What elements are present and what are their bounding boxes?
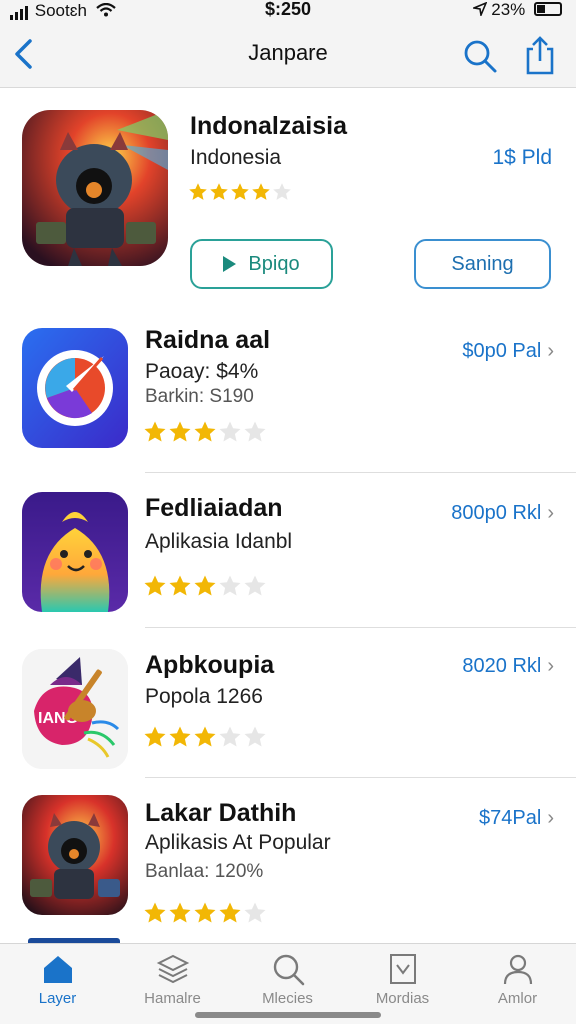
battery-percent: 23% <box>491 0 526 19</box>
featured-app[interactable]: Indonalzaisia Indonesia 1$ Pld Bpiqo San… <box>0 100 576 300</box>
app-price-label: 8020 Rkl <box>462 655 542 677</box>
star-filled-icon <box>144 421 166 442</box>
tab-label: Mordias <box>375 990 430 1007</box>
chevron-right-icon: › <box>547 807 554 829</box>
battery-status: 23% <box>470 0 562 20</box>
featured-app-subtitle: Indonesia <box>190 146 282 169</box>
star-empty-icon <box>244 421 266 442</box>
star-empty-icon <box>273 183 291 200</box>
star-filled-icon <box>169 726 191 747</box>
tab-layer[interactable]: Layer <box>0 944 115 1024</box>
person-icon <box>503 954 532 985</box>
list-item[interactable]: Lakar Dathih Aplikasis At Popular Banlaa… <box>0 787 576 937</box>
featured-app-price[interactable]: 1$ Pld <box>492 146 552 170</box>
star-filled-icon <box>189 183 207 200</box>
app-price-label: 800p0 Rkl <box>451 502 542 524</box>
chevron-right-icon: › <box>547 340 554 362</box>
app-name: Fedliaiadan <box>145 494 283 522</box>
app-price[interactable]: 8020 Rkl › <box>462 655 554 678</box>
star-filled-icon <box>144 726 166 747</box>
tab-label: Hamalre <box>144 990 201 1007</box>
divider <box>145 472 576 473</box>
star-filled-icon <box>210 183 228 200</box>
location-icon <box>470 1 487 18</box>
app-price[interactable]: $74Pal › <box>479 807 554 830</box>
list-item[interactable]: Fedliaiadan Aplikasia Idanbl 800p0 Rkl › <box>0 482 576 632</box>
status-bar: Sootɛh $:250 23% <box>0 0 576 22</box>
star-filled-icon <box>194 421 216 442</box>
battery-icon <box>534 2 562 16</box>
divider <box>145 777 576 778</box>
play-button-label: Bpiqo <box>248 253 300 275</box>
star-filled-icon <box>169 575 191 596</box>
app-subtitle: Paoay: $4% <box>145 360 259 383</box>
home-icon <box>43 956 72 983</box>
share-icon[interactable] <box>520 34 560 76</box>
star-empty-icon <box>244 726 266 747</box>
warrior-app-icon[interactable] <box>22 795 128 915</box>
app-subtitle: Aplikasis At Popular <box>145 831 331 854</box>
tab-label: Amlor <box>497 990 538 1007</box>
star-empty-icon <box>244 902 266 923</box>
app-price-label: $74Pal <box>479 807 542 829</box>
search-icon <box>273 954 304 986</box>
tab-label: Mlecies <box>262 990 313 1007</box>
star-filled-icon <box>169 421 191 442</box>
save-button-label: Saning <box>451 253 514 275</box>
star-filled-icon <box>169 902 191 923</box>
chevron-right-icon: › <box>547 655 554 677</box>
star-filled-icon <box>144 902 166 923</box>
star-empty-icon <box>219 726 241 747</box>
star-filled-icon <box>252 183 270 200</box>
home-indicator <box>195 1012 381 1018</box>
play-icon <box>223 256 237 272</box>
star-filled-icon <box>144 575 166 596</box>
star-filled-icon <box>231 183 249 200</box>
stack-icon <box>156 954 189 984</box>
compass-app-icon[interactable] <box>22 328 128 448</box>
list-item[interactable]: IANG Apbkoupia Popola 1266 8020 Rkl › <box>0 637 576 787</box>
app-price-label: $0p0 Pal <box>462 340 542 362</box>
divider <box>145 627 576 628</box>
document-icon <box>389 954 416 984</box>
guitar-app-icon[interactable]: IANG <box>22 649 128 769</box>
app-subtitle: Aplikasia Idanbl <box>145 530 293 553</box>
search-icon[interactable] <box>460 36 500 76</box>
tab-amlor[interactable]: Amlor <box>460 944 575 1024</box>
app-detail: Barkin: S190 <box>145 386 254 407</box>
star-empty-icon <box>244 575 266 596</box>
star-filled-icon <box>194 575 216 596</box>
app-detail: Banlaa: 120% <box>145 861 264 882</box>
app-price[interactable]: $0p0 Pal › <box>462 340 554 363</box>
tab-label: Layer <box>38 990 77 1007</box>
app-name: Lakar Dathih <box>145 799 297 827</box>
mascot-app-icon[interactable] <box>22 492 128 612</box>
star-empty-icon <box>219 421 241 442</box>
play-button[interactable]: Bpiqo <box>190 239 333 289</box>
star-rating <box>143 420 268 449</box>
featured-app-name: Indonalzaisia <box>190 112 347 140</box>
star-filled-icon <box>194 726 216 747</box>
star-rating <box>143 901 268 930</box>
navigation-bar: Janpare <box>0 22 576 88</box>
featured-app-icon[interactable] <box>22 110 168 266</box>
save-button[interactable]: Saning <box>414 239 551 289</box>
star-rating <box>143 574 268 603</box>
star-filled-icon <box>219 902 241 923</box>
list-item[interactable]: Raidna aal Paoay: $4% Barkin: S190 $0p0 … <box>0 320 576 470</box>
star-rating <box>143 725 268 754</box>
app-name: Apbkoupia <box>145 651 275 679</box>
app-price[interactable]: 800p0 Rkl › <box>451 502 554 525</box>
star-rating <box>188 182 293 207</box>
app-subtitle: Popola 1266 <box>145 685 263 708</box>
chevron-right-icon: › <box>547 502 554 524</box>
star-filled-icon <box>194 902 216 923</box>
star-empty-icon <box>219 575 241 596</box>
app-name: Raidna aal <box>145 326 271 354</box>
